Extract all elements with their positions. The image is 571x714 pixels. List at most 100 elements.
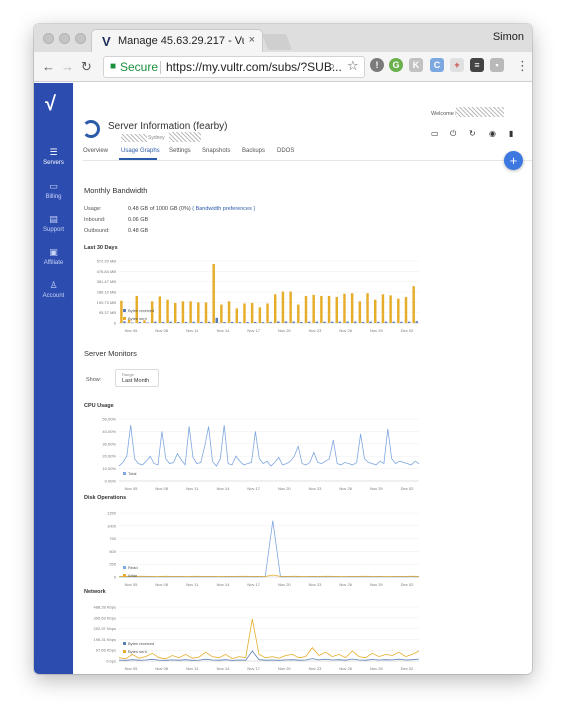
bar <box>174 302 177 323</box>
sidebar-item-account[interactable]: ♙ Account <box>34 278 73 306</box>
url-text: https://my.vultr.com/subs/?SUB... <box>166 60 342 74</box>
sidebar-item-label: Support <box>42 227 64 233</box>
trash-icon[interactable]: ▮ <box>509 129 513 138</box>
x-tick-label: Nov 17 <box>247 486 260 491</box>
tab-backups[interactable]: Backups <box>242 148 265 154</box>
bar <box>327 295 331 323</box>
legend-label: Total <box>128 471 137 476</box>
x-tick-label: Nov 26 <box>339 582 352 587</box>
legend-label: Read <box>128 565 138 570</box>
bar <box>361 321 365 323</box>
health-extension-icon[interactable]: + <box>450 58 464 72</box>
add-server-button[interactable]: + <box>504 151 523 170</box>
bar <box>161 321 165 323</box>
bandwidth-chart: 572.20 MB 476.84 MB 381.47 MB 286.10 MB 190.… <box>97 259 419 333</box>
maximize-window-button[interactable] <box>75 33 86 44</box>
redacted-ip <box>121 134 147 142</box>
close-window-button[interactable] <box>43 33 54 44</box>
legend-label: Bytes received <box>128 641 154 646</box>
browser-tab[interactable]: V Manage 45.63.29.217 - Vultr.c × <box>91 29 263 52</box>
new-tab-button[interactable] <box>262 34 292 50</box>
vultr-favicon-icon: V <box>102 34 111 49</box>
sidebar-item-billing[interactable]: ▭ Billing <box>34 179 73 207</box>
forward-arrow-icon[interactable]: → <box>61 59 74 74</box>
y-tick-label: 0 <box>114 321 117 326</box>
legend-swatch <box>123 472 126 475</box>
bar <box>123 321 126 323</box>
bar <box>323 321 326 323</box>
tab-overview[interactable]: Overview <box>83 148 108 154</box>
menu-dots-icon[interactable]: ⋮ <box>516 58 529 74</box>
bandwidth-preferences-link[interactable]: ( Bandwidth preferences ) <box>192 206 255 212</box>
info-extension-icon[interactable]: ! <box>370 58 384 72</box>
sidebar-item-servers[interactable]: ☰ Servers <box>34 145 73 173</box>
bar <box>277 321 280 323</box>
bar <box>230 321 234 323</box>
tab-title: Manage 45.63.29.217 - Vultr.c <box>118 35 244 47</box>
y-tick-label: 1000 <box>107 523 117 528</box>
bar <box>158 296 162 323</box>
bar <box>366 293 369 323</box>
x-tick-label: Nov 14 <box>217 582 230 587</box>
y-tick-label: 0 <box>114 575 117 580</box>
redacted-details <box>169 132 201 142</box>
bar <box>315 321 318 323</box>
reload-icon[interactable]: ↻ <box>81 59 92 75</box>
bar <box>177 322 180 323</box>
x-tick-label: Nov 20 <box>278 486 291 491</box>
omnibox-divider <box>160 61 161 74</box>
gray-extension-icon[interactable]: ▪ <box>490 58 504 72</box>
x-tick-label: Nov 20 <box>278 328 291 333</box>
bar <box>207 321 211 323</box>
range-select[interactable]: Range Last Month <box>115 369 159 387</box>
profile-name[interactable]: Simon <box>493 31 524 43</box>
reinstall-icon[interactable]: ◉ <box>489 129 496 138</box>
legend-label: Write <box>128 573 138 578</box>
y-tick-label: 286.10 MB <box>97 290 117 295</box>
bar <box>200 321 203 323</box>
bar <box>346 321 349 323</box>
y-tick-label: 250 <box>109 562 116 567</box>
page-title: Server Information (fearby) <box>108 121 228 132</box>
x-tick-label: Nov 14 <box>217 666 230 671</box>
back-arrow-icon[interactable]: ← <box>42 59 55 74</box>
ubuntu-logo-icon <box>82 120 100 138</box>
cpu-chart: 50.00% 40.00% 30.00% 20.00% 10.00% 0.00% Nov 0… <box>102 417 420 491</box>
power-icon[interactable]: ⏻ <box>450 129 456 139</box>
main-content: Welcome back, ▭ ⏻ ↻ ◉ ▮ Server Informati… <box>73 83 532 674</box>
tab-close-icon[interactable]: × <box>249 34 255 46</box>
sidebar-item-label: Billing <box>45 194 62 200</box>
chart-title-disk: Disk Operations <box>84 495 127 501</box>
bar <box>400 321 403 323</box>
redacted-username <box>456 107 504 117</box>
csp-extension-icon[interactable]: C <box>430 58 444 72</box>
tab-usage-graphs[interactable]: Usage Graphs <box>121 148 160 154</box>
x-tick-label: Nov 26 <box>339 328 352 333</box>
sidebar-item-support[interactable]: ▤ Support <box>34 212 73 240</box>
bar <box>312 294 315 323</box>
y-tick-label: 572.20 MB <box>97 259 117 264</box>
tab-settings[interactable]: Settings <box>169 148 191 154</box>
bar <box>281 291 285 323</box>
k-extension-icon[interactable]: K <box>409 58 423 72</box>
address-bar[interactable]: ■ Secure https://my.vultr.com/subs/?SUB.… <box>103 56 365 78</box>
y-tick-label: 10.00% <box>102 466 116 471</box>
zoom-icon[interactable]: ⌕ <box>328 58 335 74</box>
bar <box>274 294 277 323</box>
sidebar-item-affiliate[interactable]: ▣ Affiliate <box>34 245 73 273</box>
restart-icon[interactable]: ↻ <box>469 129 476 138</box>
billing-icon: ▭ <box>49 181 58 191</box>
x-tick-label: Nov 26 <box>339 666 352 671</box>
console-icon[interactable]: ▭ <box>431 129 439 138</box>
title-bar: V Manage 45.63.29.217 - Vultr.c × Simon <box>34 24 532 52</box>
minimize-window-button[interactable] <box>59 33 70 44</box>
bar <box>146 322 149 323</box>
tab-snapshots[interactable]: Snapshots <box>202 148 230 154</box>
layers-extension-icon[interactable]: ≡ <box>470 58 484 72</box>
legend-swatch <box>123 650 126 653</box>
grammarly-extension-icon[interactable]: G <box>389 58 403 72</box>
tab-ddos[interactable]: DDOS <box>277 148 294 154</box>
x-tick-label: Nov 29 <box>370 582 383 587</box>
bookmark-star-icon[interactable]: ☆ <box>347 58 359 74</box>
legend-swatch <box>123 309 126 312</box>
